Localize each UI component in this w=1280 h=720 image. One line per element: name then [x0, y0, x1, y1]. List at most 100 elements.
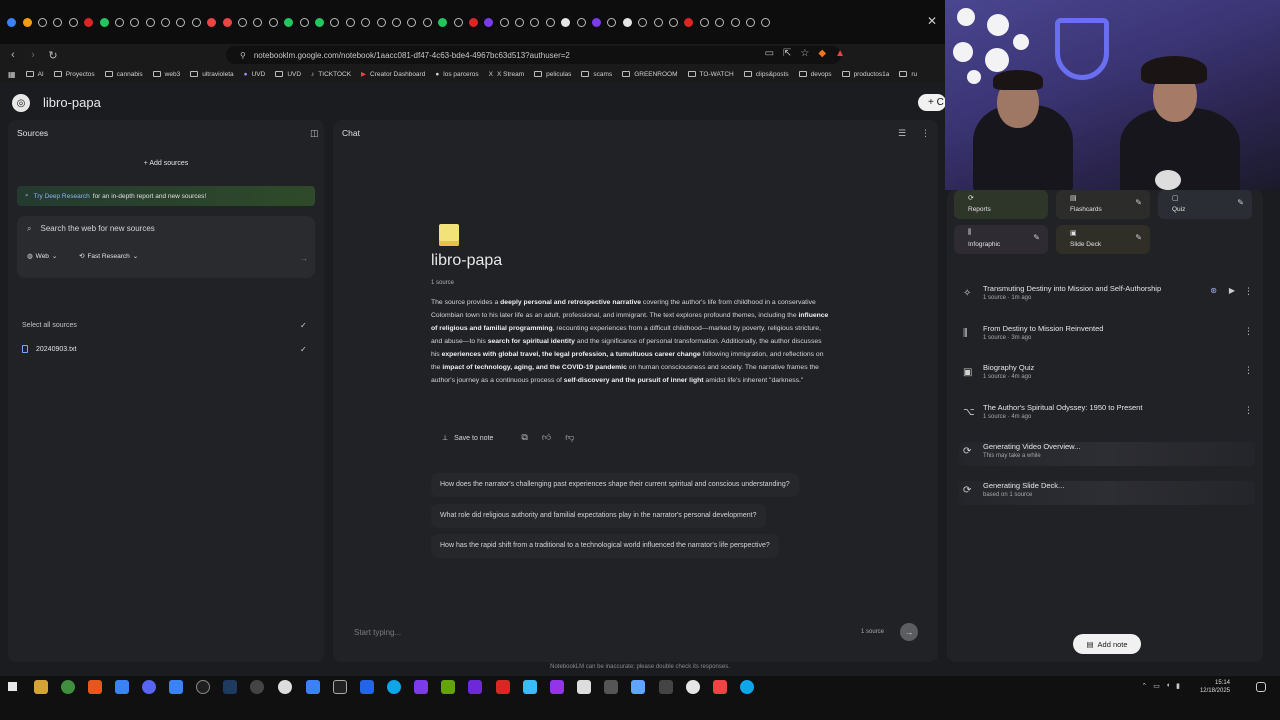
app-icon[interactable]: [631, 680, 645, 694]
install-icon[interactable]: ▭: [765, 48, 774, 59]
steam-icon[interactable]: [223, 680, 237, 694]
edit-icon[interactable]: ✎: [1237, 198, 1244, 207]
edit-icon[interactable]: ✎: [1033, 233, 1040, 242]
web-source-dropdown[interactable]: ◍ Web ⌄: [27, 252, 57, 261]
collapse-panel-icon[interactable]: ◫: [310, 128, 319, 139]
save-to-note-button[interactable]: ⊥ Save to note: [442, 434, 493, 442]
tab-favicon[interactable]: [296, 10, 311, 34]
apps-icon[interactable]: ▦: [8, 70, 16, 79]
tab-favicon[interactable]: [589, 10, 604, 34]
clock[interactable]: 15:14 12/18/2025: [1200, 679, 1230, 695]
app-icon[interactable]: [659, 680, 673, 694]
tab-favicon[interactable]: [466, 10, 481, 34]
bookmark-link[interactable]: ● los parceros: [435, 71, 478, 78]
bookmark-folder[interactable]: AI: [25, 71, 44, 78]
file-explorer-icon[interactable]: [34, 680, 48, 694]
studio-card-slide-deck[interactable]: ▣ Slide Deck ✎: [1056, 225, 1150, 254]
tab-favicon[interactable]: [50, 10, 65, 34]
brave-browser-icon[interactable]: [88, 680, 102, 694]
app-icon[interactable]: [550, 680, 564, 694]
notifications-icon[interactable]: [1256, 682, 1266, 692]
tab-favicon[interactable]: [327, 10, 342, 34]
back-icon[interactable]: ‹: [6, 49, 20, 61]
notebook-title[interactable]: libro-papa: [43, 95, 101, 110]
suggested-question[interactable]: How has the rapid shift from a tradition…: [431, 534, 779, 558]
suggested-question[interactable]: What role did religious authority and fa…: [431, 504, 766, 528]
studio-card-quiz[interactable]: ▢ Quiz ✎: [1158, 190, 1252, 219]
app-icon[interactable]: [306, 680, 320, 694]
app-icon[interactable]: [577, 680, 591, 694]
tab-favicon[interactable]: [189, 10, 204, 34]
app-icon[interactable]: [360, 680, 374, 694]
suggested-question[interactable]: How does the narrator's challenging past…: [431, 473, 799, 497]
copy-icon[interactable]: ⧉: [521, 432, 527, 443]
tab-favicon[interactable]: [543, 10, 558, 34]
share-icon[interactable]: ⇱: [783, 48, 791, 59]
play-icon[interactable]: ▶: [1229, 286, 1235, 295]
source-item[interactable]: 20240903.txt: [22, 345, 76, 353]
tab-favicon[interactable]: [420, 10, 435, 34]
tab-favicon[interactable]: [173, 10, 188, 34]
bookmark-folder[interactable]: ultravioleta: [190, 71, 234, 78]
app-icon[interactable]: [496, 680, 510, 694]
bookmark-folder[interactable]: peliculas: [534, 71, 571, 78]
tab-favicon[interactable]: [19, 10, 34, 34]
reload-icon[interactable]: ↻: [46, 49, 60, 62]
tab-favicon[interactable]: [727, 10, 742, 34]
bookmark-folder[interactable]: GREENROOM: [622, 71, 678, 78]
forward-icon[interactable]: ›: [26, 49, 40, 61]
app-icon[interactable]: [713, 680, 727, 694]
bookmark-folder[interactable]: cannabis: [104, 71, 143, 78]
tab-favicon[interactable]: [635, 10, 650, 34]
artifact-item[interactable]: ✧ Transmuting Destiny into Mission and S…: [959, 284, 1255, 312]
app-icon[interactable]: [604, 680, 618, 694]
tab-favicon[interactable]: [512, 10, 527, 34]
studio-card-reports[interactable]: ⟳ Reports: [954, 190, 1048, 219]
tab-favicon[interactable]: [250, 10, 265, 34]
app-icon[interactable]: [196, 680, 210, 694]
tab-favicon[interactable]: [604, 10, 619, 34]
tab-favicon[interactable]: [4, 10, 19, 34]
tab-favicon[interactable]: [81, 10, 96, 34]
edge-icon[interactable]: [387, 680, 401, 694]
edit-icon[interactable]: ✎: [1135, 233, 1142, 242]
tab-favicon[interactable]: [650, 10, 665, 34]
bookmark-folder[interactable]: clips&posts: [743, 71, 789, 78]
tab-favicon[interactable]: [758, 10, 773, 34]
studio-card-infographic[interactable]: ⫼ Infographic ✎: [954, 225, 1048, 254]
tab-favicon[interactable]: [266, 10, 281, 34]
tab-favicon[interactable]: [389, 10, 404, 34]
tab-favicon[interactable]: [204, 10, 219, 34]
tab-favicon[interactable]: [620, 10, 635, 34]
more-vert-icon[interactable]: ⋮: [1244, 326, 1253, 337]
app-icon[interactable]: [468, 680, 482, 694]
tab-favicon[interactable]: [404, 10, 419, 34]
volume-icon[interactable]: ◖: [1166, 682, 1170, 690]
thumbs-down-icon[interactable]: 👎︎: [565, 432, 574, 443]
tab-favicon[interactable]: [235, 10, 250, 34]
more-vert-icon[interactable]: ⋮: [921, 128, 930, 139]
bookmark-link[interactable]: XX Stream: [489, 71, 524, 78]
app-icon[interactable]: [278, 680, 292, 694]
star-icon[interactable]: ☆: [800, 48, 809, 59]
tune-icon[interactable]: ☰: [898, 128, 906, 139]
start-icon[interactable]: [8, 682, 17, 691]
tab-favicon[interactable]: [681, 10, 696, 34]
notebooklm-logo-icon[interactable]: ◎: [12, 94, 30, 112]
chevron-up-icon[interactable]: ⌃: [1141, 682, 1147, 690]
bookmark-link[interactable]: ▶ Creator Dashboard: [361, 70, 425, 79]
edit-icon[interactable]: ✎: [1135, 198, 1142, 207]
app-icon[interactable]: [61, 680, 75, 694]
bookmark-link[interactable]: ● UVD: [244, 71, 266, 78]
vscode-icon[interactable]: [414, 680, 428, 694]
app-icon[interactable]: [441, 680, 455, 694]
source-checkbox[interactable]: ✓: [300, 345, 307, 354]
tab-favicon[interactable]: [219, 10, 234, 34]
bookmark-folder[interactable]: Proyectos: [53, 71, 95, 78]
bookmark-folder[interactable]: scams: [581, 71, 612, 78]
bookmark-folder[interactable]: ru: [899, 71, 917, 78]
bookmark-folder[interactable]: UVD: [275, 71, 301, 78]
tab-favicon[interactable]: [712, 10, 727, 34]
site-info-icon[interactable]: ⚲: [240, 51, 246, 60]
tab-favicon[interactable]: [497, 10, 512, 34]
